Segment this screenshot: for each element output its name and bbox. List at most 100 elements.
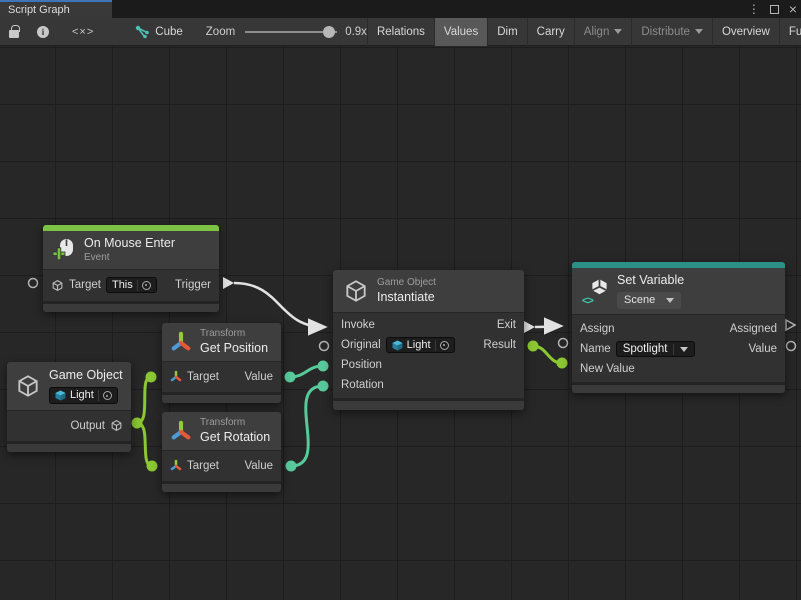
port-instantiate-exit[interactable] [524,321,535,333]
port-gameobject-output[interactable] [132,418,143,429]
object-picker-icon[interactable] [440,341,449,350]
node-subtitle: Event [84,252,175,265]
value-label: Value [244,460,273,472]
unity-cube-icon [55,390,66,401]
target-label: Target [187,371,219,383]
result-label: Result [483,339,516,351]
node-category: Transform [200,417,270,430]
transform-icon [170,330,192,354]
transform-icon [170,370,182,383]
port-getposition-value[interactable] [285,372,296,383]
toolbar-button-relations[interactable]: Relations [367,18,434,46]
chevron-down-icon [695,29,703,34]
graph-breadcrumb[interactable]: Cube [126,18,192,46]
toolbar-button-values[interactable]: Values [434,18,487,46]
port-setvariable-assigned[interactable] [786,320,795,330]
new-value-label: New Value [580,363,635,375]
port-instantiate-rotation[interactable] [318,381,329,392]
object-picker-icon[interactable] [103,391,112,400]
value-label: Value [748,343,777,355]
assigned-label: Assigned [730,323,777,335]
port-setvariable-value[interactable] [787,342,796,351]
mouse-event-icon [52,238,76,262]
zoom-value: 0.9x [345,26,367,38]
toolbar-button-overview[interactable]: Overview [712,18,779,46]
chevron-down-icon [680,347,688,352]
node-instantiate[interactable]: Game Object Instantiate Invoke Exit Orig… [333,270,524,410]
node-title: Get Position [200,341,268,357]
wire-output-to-getrotation-target[interactable] [137,423,152,466]
toolbar-button-carry[interactable]: Carry [527,18,574,46]
toolbar-button-fullscreen[interactable]: Full Screen [779,18,801,46]
variable-scope-dropdown[interactable]: Scene [617,292,681,310]
node-title: Get Rotation [200,430,270,446]
position-label: Position [341,359,382,371]
wire-exit-to-assign[interactable] [535,326,560,327]
invoke-label: Invoke [341,319,375,331]
tab-script-graph[interactable]: Script Graph [0,0,112,18]
node-category: Transform [200,328,268,341]
port-getrotation-target[interactable] [147,461,158,472]
wire-output-to-getposition-target[interactable] [137,377,151,423]
port-instantiate-result[interactable] [528,341,539,352]
graph-name: Cube [155,26,183,38]
wire-trigger-to-invoke[interactable] [234,283,324,327]
code-icon: <×> [72,26,94,38]
original-object-chip[interactable]: Light [386,337,455,353]
target-label: Target [187,460,219,472]
cube-icon [51,279,64,292]
target-label: Target [69,279,101,291]
lock-button[interactable] [0,18,28,46]
node-set-variable[interactable]: <> Set Variable Scene Assign Assigned Na… [572,262,785,393]
chevron-down-icon [614,29,622,34]
rotation-label: Rotation [341,379,384,391]
node-on-mouse-enter[interactable]: On Mouse Enter Event Target This Trigger [43,225,219,312]
cube-icon [343,278,369,304]
chevron-down-icon [666,298,674,303]
variable-name-dropdown[interactable]: Spotlight [616,341,696,357]
transform-icon [170,419,192,443]
close-icon[interactable]: × [789,2,797,16]
node-category: Game Object [377,277,436,290]
original-label: Original [341,339,381,351]
object-value-chip[interactable]: Light [49,387,118,405]
node-get-position[interactable]: Transform Get Position Target Value [162,323,281,403]
port-getrotation-value[interactable] [286,461,297,472]
node-get-rotation[interactable]: Transform Get Rotation Target Value [162,412,281,492]
variables-button[interactable]: <×> [58,18,108,46]
toolbar-button-dim[interactable]: Dim [487,18,526,46]
target-object-chip[interactable]: This [106,277,157,293]
script-graph-window: Script Graph ⋮ × i <×> Cube Zoom 0.9x [0,0,801,600]
output-label: Output [70,420,105,432]
port-setvariable-newvalue[interactable] [557,358,568,369]
maximize-icon[interactable] [770,5,779,14]
tab-bar: Script Graph ⋮ × [0,0,801,18]
zoom-label: Zoom [206,26,235,38]
window-menu-icon[interactable]: ⋮ [748,3,760,15]
zoom-slider-handle[interactable] [323,26,335,38]
port-instantiate-original[interactable] [320,342,329,351]
port-onmouseenter-input[interactable] [29,279,38,288]
node-title: Instantiate [377,290,436,306]
value-label: Value [244,371,273,383]
port-setvariable-name[interactable] [559,339,568,348]
object-picker-icon[interactable] [142,281,151,290]
node-title: Game Object [49,368,123,384]
zoom-slider[interactable] [245,31,337,33]
info-icon: i [37,26,49,38]
code-brackets-icon: <> [582,295,593,307]
cube-icon [15,373,41,399]
wire-rotation-to-instantiate[interactable] [291,386,323,466]
port-getposition-target[interactable] [146,372,157,383]
toolbar-button-distribute[interactable]: Distribute [631,18,712,46]
unity-cube-icon [392,340,403,351]
lock-icon [9,30,19,38]
toolbar-button-align[interactable]: Align [574,18,632,46]
port-instantiate-position[interactable] [318,361,329,372]
inspect-button[interactable]: i [28,18,58,46]
set-variable-icon: <> [582,278,609,305]
node-game-object-variable[interactable]: Game Object Light Output [7,362,131,452]
transform-icon [170,459,182,472]
node-title: On Mouse Enter [84,236,175,252]
port-onmouseenter-trigger[interactable] [223,277,234,289]
